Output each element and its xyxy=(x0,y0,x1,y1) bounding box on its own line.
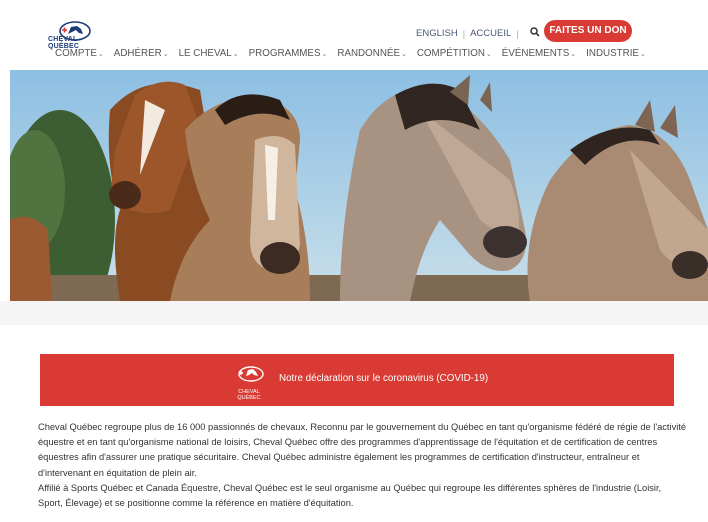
donate-button[interactable]: FAITES UN DON xyxy=(544,20,632,42)
chevron-down-icon: ⌄ xyxy=(321,51,328,58)
nav-item-adherer[interactable]: ADHÉRER⌄ xyxy=(114,48,169,59)
section-divider xyxy=(0,301,708,325)
nav-label: PROGRAMMES xyxy=(248,48,321,59)
nav-label: LE CHEVAL xyxy=(178,48,232,59)
utility-bar: ENGLISH | ACCUEIL | xyxy=(416,27,540,40)
site-header: CHEVAL QUÉBEC ENGLISH | ACCUEIL | FAITES… xyxy=(0,0,708,70)
intro-paragraph-1: Cheval Québec regroupe plus de 16 000 pa… xyxy=(38,422,687,478)
logo-text-line1: CHEVAL xyxy=(48,36,78,43)
nav-item-randonnee[interactable]: RANDONNÉE⌄ xyxy=(337,48,406,59)
nav-label: INDUSTRIE xyxy=(586,48,639,59)
hero-image-horses xyxy=(10,70,708,301)
chevron-down-icon: ⌄ xyxy=(97,51,104,58)
nav-label: ÉVÉNEMENTS xyxy=(501,48,570,59)
intro-text: Cheval Québec regroupe plus de 16 000 pa… xyxy=(38,420,688,511)
intro-paragraph-2: Affilié à Sports Québec et Canada Équest… xyxy=(38,482,662,509)
nav-item-le-cheval[interactable]: LE CHEVAL⌄ xyxy=(179,48,239,59)
separator: | xyxy=(462,28,466,39)
separator: | xyxy=(516,28,519,39)
nav-label: ADHÉRER xyxy=(113,48,162,59)
nav-label: COMPTE xyxy=(55,48,97,59)
chevron-down-icon: ⌄ xyxy=(232,51,239,58)
banner-logo-text: CHEVAL QUÉBEC xyxy=(230,389,268,401)
cheval-quebec-logo-white: CHEVAL QUÉBEC xyxy=(230,365,268,401)
home-link[interactable]: ACCUEIL xyxy=(470,28,511,39)
horse-logo-icon xyxy=(238,366,264,382)
nav-item-competition[interactable]: COMPÉTITION⌄ xyxy=(417,48,492,59)
banner-logo-line2: QUÉBEC xyxy=(237,395,261,401)
nav-item-programmes[interactable]: PROGRAMMES⌄ xyxy=(249,48,328,59)
english-link[interactable]: ENGLISH xyxy=(416,28,458,39)
nav-label: RANDONNÉE xyxy=(337,48,400,59)
chevron-down-icon: ⌄ xyxy=(162,51,169,58)
nav-item-evenements[interactable]: ÉVÉNEMENTS⌄ xyxy=(502,48,576,59)
horses-illustration xyxy=(10,70,708,301)
chevron-down-icon: ⌄ xyxy=(485,51,492,58)
cheval-quebec-logo[interactable]: CHEVAL QUÉBEC xyxy=(48,20,98,50)
chevron-down-icon: ⌄ xyxy=(639,51,646,58)
chevron-down-icon: ⌄ xyxy=(570,51,577,58)
main-nav: COMPTE⌄ ADHÉRER⌄ LE CHEVAL⌄ PROGRAMMES⌄ … xyxy=(55,48,656,59)
covid-statement-banner[interactable]: CHEVAL QUÉBEC Notre déclaration sur le c… xyxy=(40,354,674,406)
nav-label: COMPÉTITION xyxy=(416,48,485,59)
banner-label: Notre déclaration sur le coronavirus (CO… xyxy=(279,373,489,384)
nav-item-compte[interactable]: COMPTE⌄ xyxy=(55,48,104,59)
chevron-down-icon: ⌄ xyxy=(400,51,407,58)
nav-item-industrie[interactable]: INDUSTRIE⌄ xyxy=(586,48,646,59)
search-icon[interactable] xyxy=(529,27,540,40)
